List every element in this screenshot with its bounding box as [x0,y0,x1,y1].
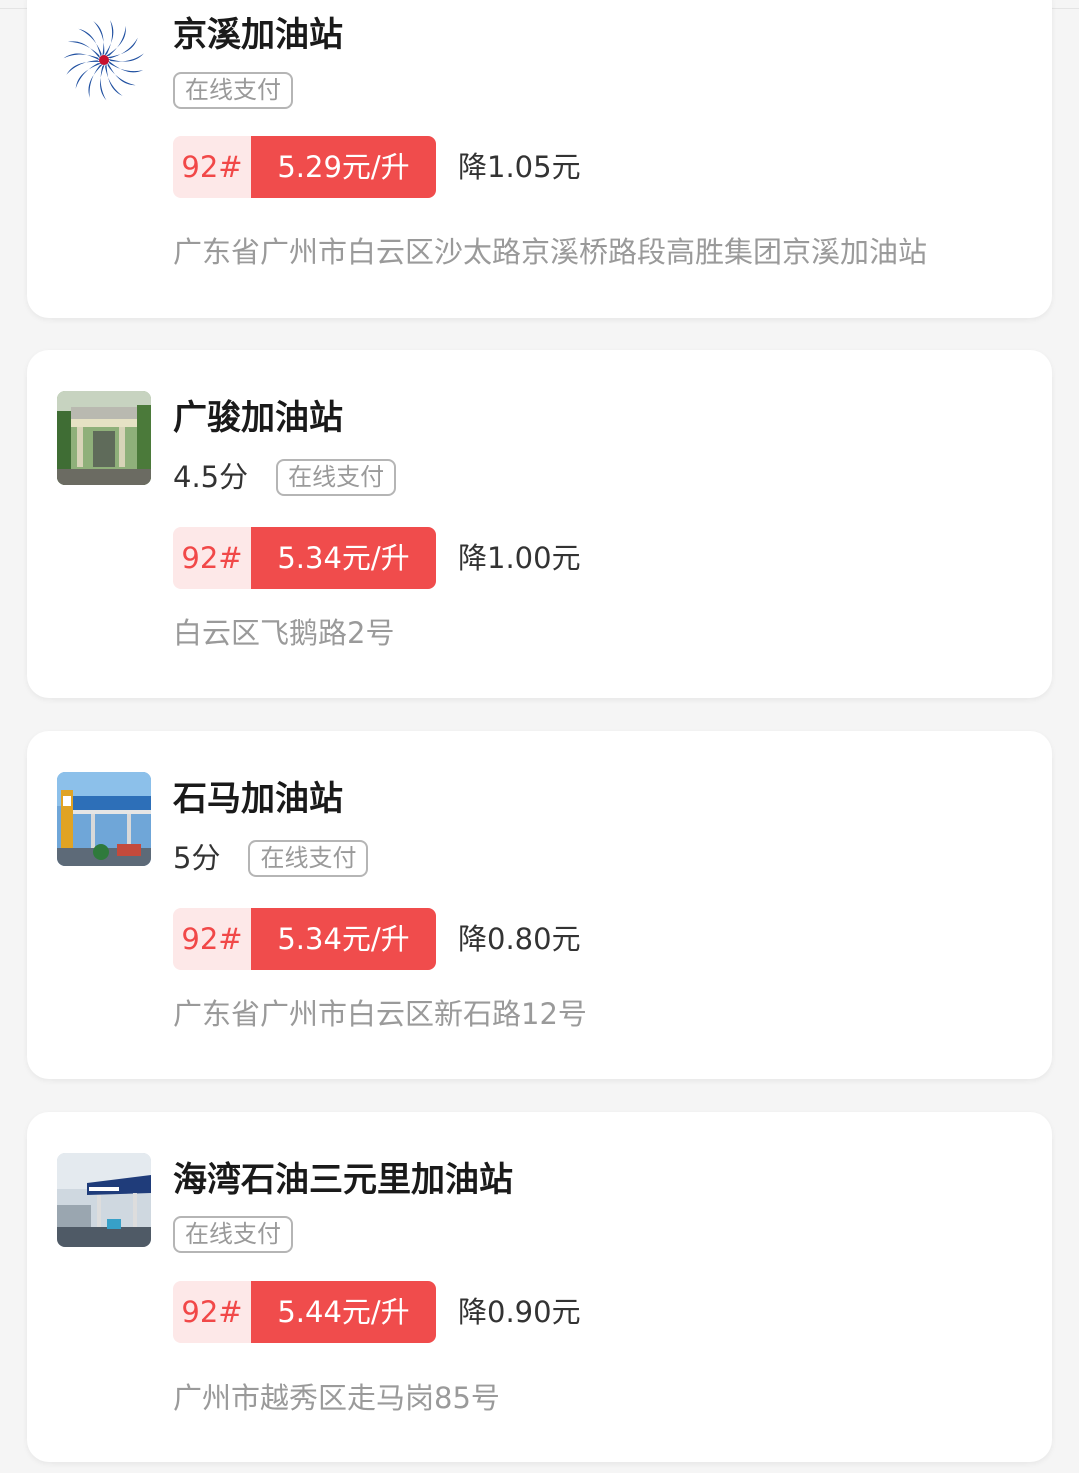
online-pay-tag: 在线支付 [173,1215,293,1253]
station-card[interactable]: 石马加油站 5分 在线支付 92# 5.34元/升 降0.80元 广东省广州市白… [27,731,1052,1079]
price-row: 92# 5.44元/升 降0.90元 [173,1281,581,1343]
fuel-grade: 92# [173,908,251,970]
fuel-grade: 92# [173,1281,251,1343]
discount-text: 降0.90元 [458,1295,581,1329]
station-name[interactable]: 海湾石油三元里加油站 [173,1160,513,1200]
station-name[interactable]: 京溪加油站 [173,15,343,55]
station-photo [57,391,151,485]
spiral-logo-icon [57,8,151,102]
station-address: 广东省广州市白云区新石路12号 [173,997,587,1031]
station-name[interactable]: 广骏加油站 [173,398,343,438]
price-row: 92# 5.34元/升 降0.80元 [173,908,581,970]
station-meta: 在线支付 [173,1215,293,1253]
station-address: 广州市越秀区走马岗85号 [173,1381,500,1415]
fuel-grade: 92# [173,527,251,589]
station-name[interactable]: 石马加油站 [173,779,343,819]
price-row: 92# 5.34元/升 降1.00元 [173,527,581,589]
station-card[interactable]: 海湾石油三元里加油站 在线支付 92# 5.44元/升 降0.90元 广州市越秀… [27,1112,1052,1462]
online-pay-tag: 在线支付 [173,71,293,109]
price-row: 92# 5.29元/升 降1.05元 [173,136,581,198]
discount-text: 降1.05元 [458,150,581,184]
station-card[interactable]: 京溪加油站 在线支付 92# 5.29元/升 降1.05元 广东省广州市白云区沙… [27,0,1052,318]
fuel-price: 5.34元/升 [251,527,436,589]
station-address: 广东省广州市白云区沙太路京溪桥路段高胜集团京溪加油站 [173,235,928,269]
fuel-price: 5.34元/升 [251,908,436,970]
station-logo [57,8,151,102]
station-address: 白云区飞鹅路2号 [173,616,395,650]
station-photo [57,772,151,866]
online-pay-tag: 在线支付 [276,458,397,496]
station-card[interactable]: 广骏加油站 4.5分 在线支付 92# 5.34元/升 降1.00元 白云区飞鹅… [27,350,1052,698]
online-pay-tag: 在线支付 [248,839,369,877]
discount-text: 降1.00元 [458,541,581,575]
discount-text: 降0.80元 [458,922,581,956]
station-rating: 5分 [173,841,221,875]
station-meta: 在线支付 [173,71,293,109]
fuel-price: 5.29元/升 [251,136,436,198]
station-meta: 4.5分 在线支付 [173,458,397,496]
station-rating: 4.5分 [173,460,249,494]
station-photo [57,1153,151,1247]
fuel-price: 5.44元/升 [251,1281,436,1343]
fuel-grade: 92# [173,136,251,198]
station-meta: 5分 在线支付 [173,839,369,877]
